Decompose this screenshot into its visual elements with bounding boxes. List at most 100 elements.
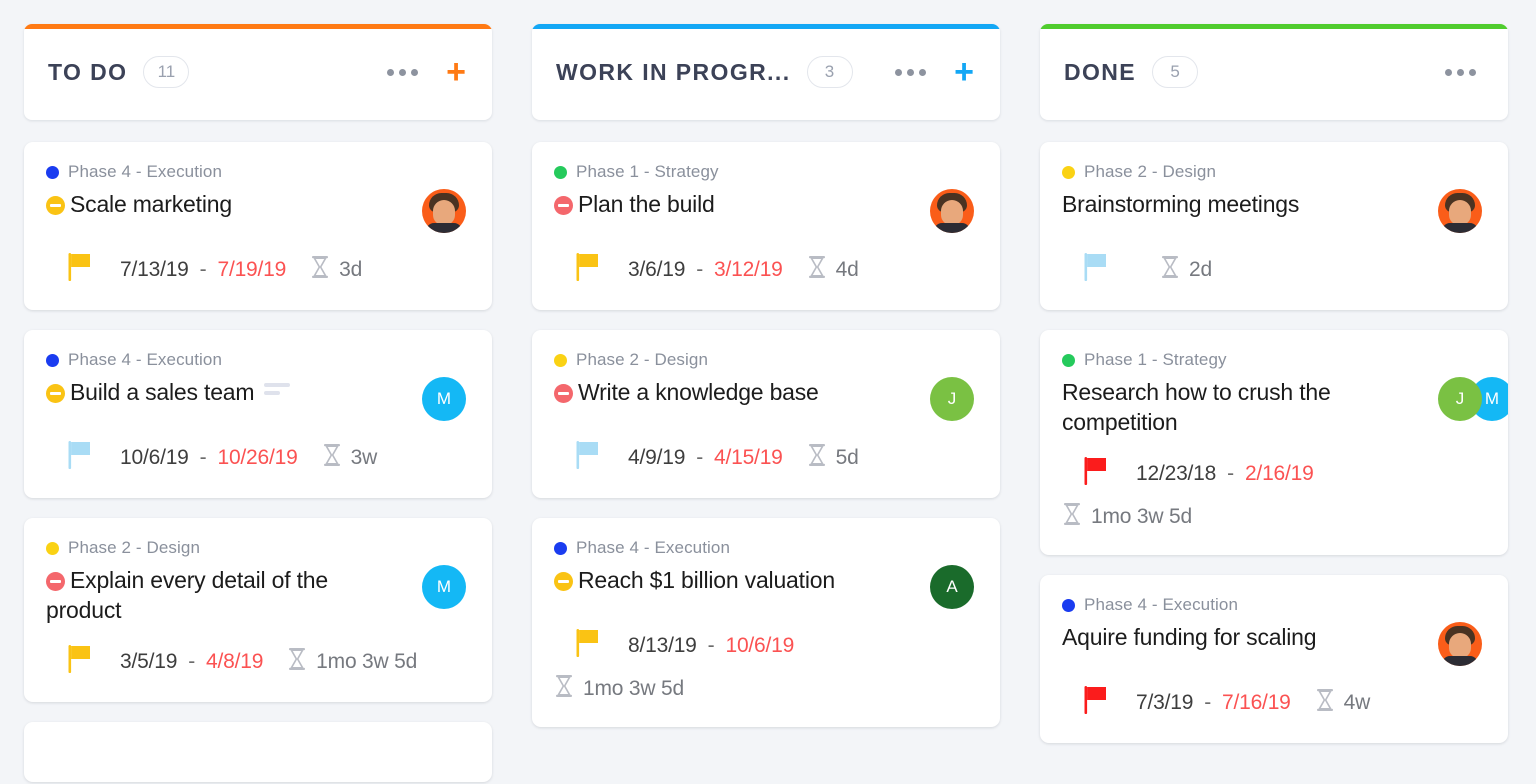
avatar[interactable] xyxy=(1438,622,1482,666)
task-card[interactable]: Phase 1 - StrategyResearch how to crush … xyxy=(1040,330,1508,555)
card-duration[interactable]: 3w xyxy=(322,443,377,472)
task-card[interactable]: Phase 2 - DesignWrite a knowledge baseJ4… xyxy=(532,330,1000,498)
column-title: WORK IN PROGR... xyxy=(556,59,791,86)
priority-icon[interactable] xyxy=(46,196,65,215)
card-title-wrap: Plan the build xyxy=(554,189,930,219)
date-separator: - xyxy=(696,446,703,469)
avatar[interactable]: M xyxy=(422,565,466,609)
date-separator: - xyxy=(1204,691,1211,714)
avatar-initial: M xyxy=(437,577,451,597)
tag-dot-icon xyxy=(46,166,59,179)
task-card[interactable]: Phase 2 - DesignExplain every detail of … xyxy=(24,518,492,702)
priority-icon[interactable] xyxy=(46,572,65,591)
priority-icon[interactable] xyxy=(554,196,573,215)
column-menu-icon[interactable] xyxy=(381,61,424,84)
avatar[interactable]: A xyxy=(930,565,974,609)
card-title-line: Scale marketing xyxy=(46,189,408,219)
avatar[interactable]: M xyxy=(422,377,466,421)
card-title-row: Brainstorming meetings xyxy=(1062,189,1486,233)
assignee-avatars[interactable]: A xyxy=(930,565,978,609)
card-duration[interactable]: 5d xyxy=(807,443,859,472)
avatar[interactable] xyxy=(422,189,466,233)
avatar[interactable]: J xyxy=(1438,377,1482,421)
priority-flag-icon[interactable] xyxy=(576,629,602,662)
priority-flag-icon[interactable] xyxy=(1084,457,1110,490)
assignee-avatars[interactable]: M xyxy=(422,377,470,421)
avatar[interactable]: J xyxy=(930,377,974,421)
column-menu-icon[interactable] xyxy=(889,61,932,84)
card-duration[interactable]: 2d xyxy=(1160,255,1212,284)
card-meta: 12/23/18-2/16/19 1mo 3w 5d xyxy=(1062,457,1486,531)
assignee-avatars[interactable]: JM xyxy=(1438,377,1486,421)
card-meta: 3/6/19-3/12/19 4d xyxy=(554,253,978,286)
card-date-range[interactable]: 10/6/19-10/26/19 xyxy=(120,446,298,470)
card-duration[interactable]: 4w xyxy=(1315,688,1370,717)
card-date-range[interactable]: 12/23/18-2/16/19 xyxy=(1136,462,1314,486)
priority-flag-icon[interactable] xyxy=(1084,686,1110,719)
card-date-range[interactable]: 7/13/19-7/19/19 xyxy=(120,258,286,282)
card-date-range[interactable]: 8/13/19-10/6/19 xyxy=(628,634,794,658)
add-task-icon[interactable]: + xyxy=(954,59,974,85)
task-card[interactable]: Phase 4 - Execution Reach $1 billion valu… xyxy=(532,518,1000,727)
priority-flag-icon[interactable] xyxy=(1084,253,1110,286)
assignee-avatars[interactable]: M xyxy=(422,565,470,609)
task-card[interactable]: Phase 2 - Design Brainstorming meetings 2d xyxy=(1040,142,1508,310)
tag-dot-icon xyxy=(1062,599,1075,612)
date-separator: - xyxy=(1227,462,1234,485)
due-date: 4/8/19 xyxy=(206,650,263,673)
card-meta-row: 2d xyxy=(1062,253,1486,286)
date-separator: - xyxy=(200,446,207,469)
priority-flag-icon[interactable] xyxy=(68,645,94,678)
priority-flag-icon[interactable] xyxy=(68,253,94,286)
avatar[interactable] xyxy=(930,189,974,233)
card-title-line: Reach $1 billion valuation xyxy=(554,565,916,595)
assignee-avatars[interactable] xyxy=(930,189,978,233)
avatar-initial: M xyxy=(1485,389,1499,409)
card-duration[interactable]: 3d xyxy=(310,255,362,284)
priority-flag-icon[interactable] xyxy=(68,441,94,474)
card-title-row: Scale marketing xyxy=(46,189,470,233)
priority-icon[interactable] xyxy=(554,384,573,403)
card-duration[interactable]: 1mo 3w 5d xyxy=(554,674,978,703)
add-task-icon[interactable]: + xyxy=(446,59,466,85)
start-date: 8/13/19 xyxy=(628,634,697,657)
card-duration[interactable]: 1mo 3w 5d xyxy=(1062,502,1486,531)
avatar[interactable] xyxy=(1438,189,1482,233)
priority-flag-icon[interactable] xyxy=(576,253,602,286)
card-tag: Phase 2 - Design xyxy=(1062,162,1486,182)
assignee-avatars[interactable] xyxy=(1438,189,1486,233)
card-tag: Phase 4 - Execution xyxy=(554,538,978,558)
kanban-column: TO DO11+Phase 4 - ExecutionScale marketi… xyxy=(24,24,492,782)
duration-text: 3d xyxy=(339,258,362,282)
card-date-range[interactable]: 3/5/19-4/8/19 xyxy=(120,650,263,674)
priority-icon[interactable] xyxy=(46,384,65,403)
column-title: TO DO xyxy=(48,59,127,86)
priority-flag-icon[interactable] xyxy=(576,441,602,474)
assignee-avatars[interactable] xyxy=(1438,622,1486,666)
tag-dot-icon xyxy=(554,542,567,555)
hourglass-icon xyxy=(554,674,574,703)
card-title-wrap: Brainstorming meetings xyxy=(1062,189,1438,219)
due-date: 7/16/19 xyxy=(1222,691,1291,714)
assignee-avatars[interactable] xyxy=(422,189,470,233)
priority-icon[interactable] xyxy=(554,572,573,591)
card-title: Write a knowledge base xyxy=(578,379,819,405)
task-card-partial[interactable] xyxy=(24,722,492,782)
task-card[interactable]: Phase 4 - ExecutionScale marketing7/13/1… xyxy=(24,142,492,310)
card-list: Phase 2 - Design Brainstorming meetings 2d… xyxy=(1040,142,1508,743)
card-list: Phase 1 - StrategyPlan the build3/6/19-3… xyxy=(532,142,1000,727)
card-date-range[interactable]: 7/3/19-7/16/19 xyxy=(1136,691,1291,715)
tag-dot-icon xyxy=(1062,354,1075,367)
task-card[interactable]: Phase 1 - StrategyPlan the build3/6/19-3… xyxy=(532,142,1000,310)
card-duration[interactable]: 4d xyxy=(807,255,859,284)
card-meta: 4/9/19-4/15/19 5d xyxy=(554,441,978,474)
column-menu-icon[interactable] xyxy=(1439,61,1482,84)
task-card[interactable]: Phase 4 - ExecutionAquire funding for sc… xyxy=(1040,575,1508,743)
task-card[interactable]: Phase 4 - ExecutionBuild a sales teamM10… xyxy=(24,330,492,498)
card-duration[interactable]: 1mo 3w 5d xyxy=(287,647,417,676)
card-date-range[interactable]: 4/9/19-4/15/19 xyxy=(628,446,783,470)
column-count-badge: 5 xyxy=(1152,56,1198,88)
assignee-avatars[interactable]: J xyxy=(930,377,978,421)
card-date-range[interactable]: 3/6/19-3/12/19 xyxy=(628,258,783,282)
column-header: WORK IN PROGR...3+ xyxy=(532,24,1000,120)
